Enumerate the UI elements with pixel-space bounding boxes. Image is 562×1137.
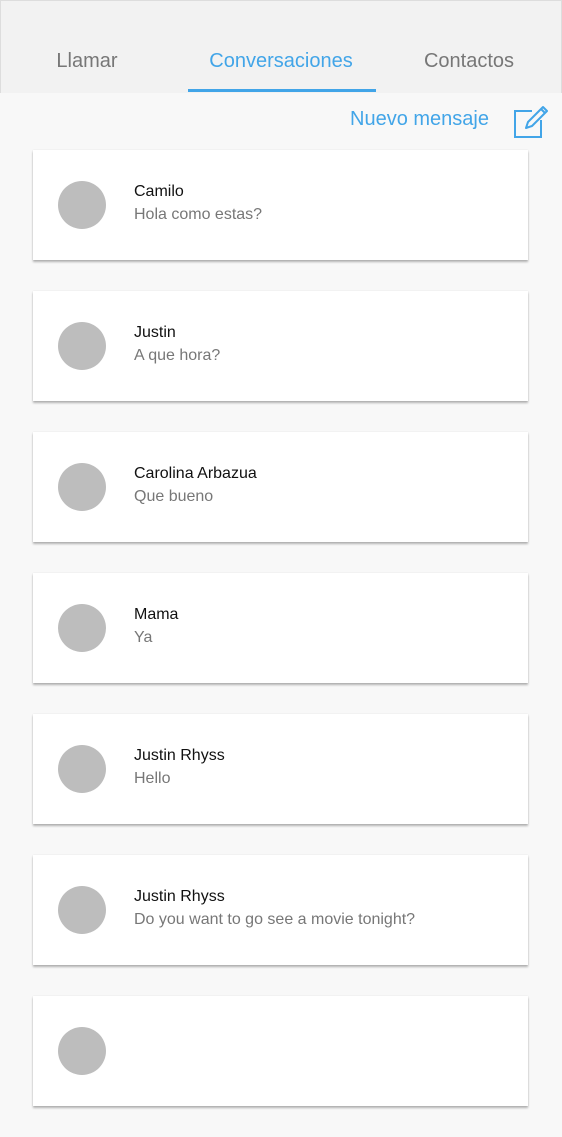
avatar — [58, 181, 106, 229]
contact-name: Justin — [134, 324, 176, 341]
tab-llamar[interactable]: Llamar — [1, 50, 173, 73]
conversation-item[interactable]: Justin A que hora? — [33, 291, 528, 401]
message-preview: Hello — [134, 770, 171, 787]
message-preview: Hola como estas? — [134, 206, 263, 223]
contact-name: Justin Rhyss — [134, 888, 225, 905]
compose-icon[interactable] — [512, 102, 548, 140]
tab-bar: Llamar Conversaciones Contactos — [0, 0, 562, 93]
tab-conversaciones[interactable]: Conversaciones — [187, 50, 375, 73]
avatar — [58, 886, 106, 934]
message-preview: Do you want to go see a movie tonight? — [134, 911, 416, 928]
contact-name: Carolina Arbazua — [134, 465, 257, 482]
tab-contactos[interactable]: Contactos — [381, 50, 557, 73]
contact-name: Mama — [134, 606, 179, 623]
message-preview: Ya — [134, 629, 153, 646]
active-tab-indicator — [188, 89, 376, 92]
avatar — [58, 604, 106, 652]
avatar — [58, 1027, 106, 1075]
conversation-item[interactable]: Justin Rhyss Hello — [33, 714, 528, 824]
conversation-list: Camilo Hola como estas? Justin A que hor… — [33, 150, 528, 1137]
message-preview: A que hora? — [134, 347, 221, 364]
conversation-item[interactable]: Camilo Hola como estas? — [33, 150, 528, 260]
avatar — [58, 322, 106, 370]
avatar — [58, 745, 106, 793]
conversation-item[interactable] — [33, 996, 528, 1106]
conversation-item[interactable]: Mama Ya — [33, 573, 528, 683]
contact-name: Justin Rhyss — [134, 747, 225, 764]
new-message-link[interactable]: Nuevo mensaje — [350, 108, 489, 131]
contact-name: Camilo — [134, 183, 184, 200]
message-preview: Que bueno — [134, 488, 214, 505]
conversation-item[interactable]: Carolina Arbazua Que bueno — [33, 432, 528, 542]
conversation-item[interactable]: Justin Rhyss Do you want to go see a mov… — [33, 855, 528, 965]
avatar — [58, 463, 106, 511]
